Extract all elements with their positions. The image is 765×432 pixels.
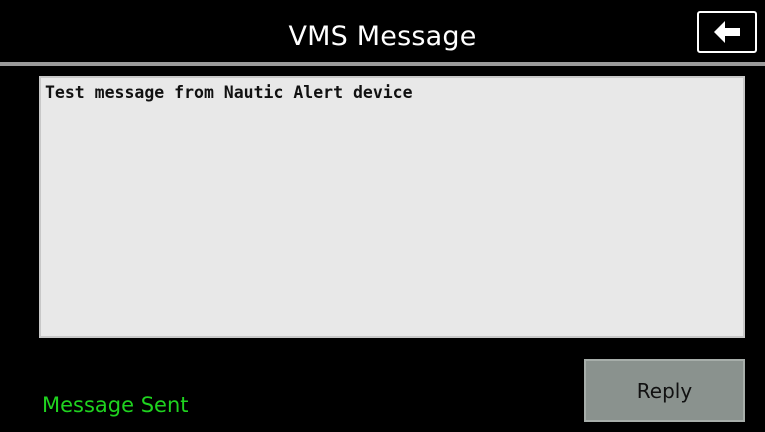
- reply-button[interactable]: Reply: [584, 359, 745, 422]
- header-divider: [0, 62, 765, 66]
- page-title: VMS Message: [288, 21, 477, 52]
- message-text: Test message from Nautic Alert device: [45, 83, 413, 102]
- status-text: Message Sent: [42, 393, 189, 417]
- back-button[interactable]: [697, 11, 757, 53]
- header-bar: VMS Message: [0, 0, 765, 62]
- arrow-left-icon: [712, 19, 742, 45]
- message-text-area[interactable]: Test message from Nautic Alert device: [39, 76, 745, 338]
